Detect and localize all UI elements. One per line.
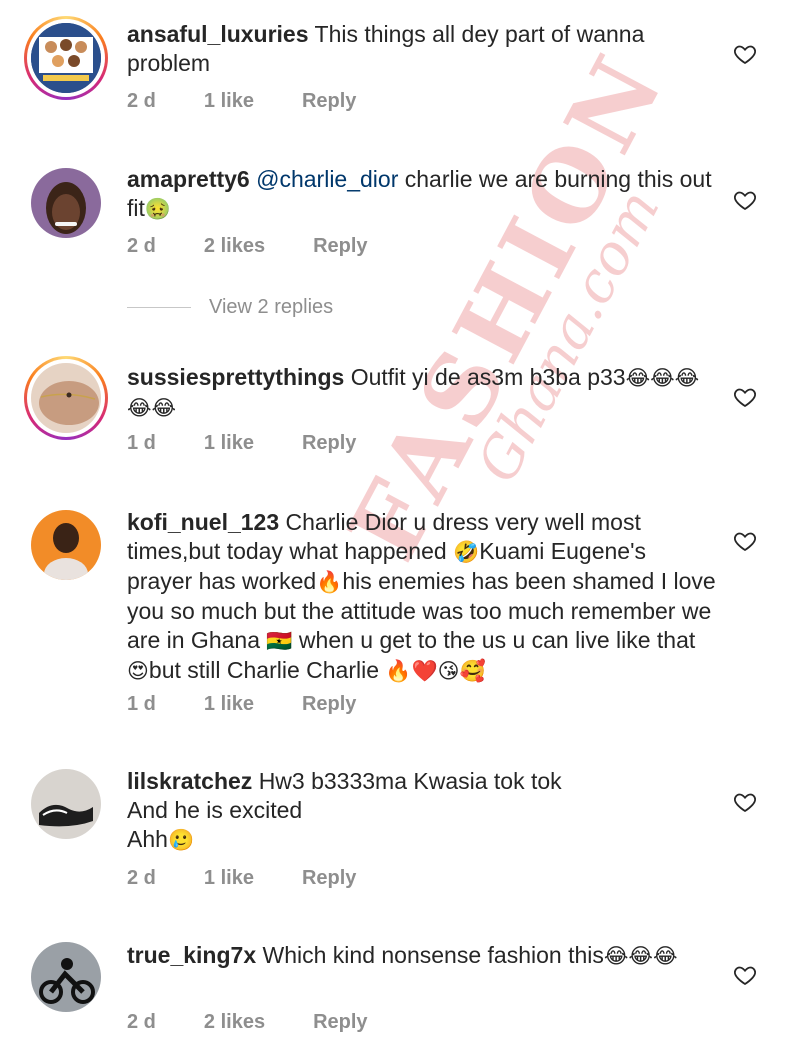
avatar-story-ring[interactable] <box>24 356 108 440</box>
comment-likes[interactable]: 2 likes <box>204 235 265 258</box>
ghana-flag-emoji: 🇬🇭 <box>266 630 293 653</box>
avatar <box>31 769 101 839</box>
comment-likes[interactable]: 1 like <box>204 693 254 716</box>
fire-emoji: 🔥 <box>316 571 343 594</box>
reply-button[interactable]: Reply <box>302 693 356 716</box>
comment-text-part: but still Charlie Charlie <box>148 657 386 683</box>
comment-time: 2 d <box>127 235 156 257</box>
avatar-wrap[interactable] <box>24 161 108 245</box>
rofl-emoji: 🤣 <box>453 541 480 564</box>
avatar <box>31 510 101 580</box>
comment-text: Which kind nonsense fashion this <box>262 942 604 968</box>
avatar-wrap[interactable] <box>24 762 108 846</box>
comment-username[interactable]: true_king7x <box>127 942 256 968</box>
reply-button[interactable]: Reply <box>313 1011 367 1034</box>
avatar <box>31 942 101 1012</box>
comment-time: 1 d <box>127 432 156 454</box>
comment-username[interactable]: amapretty6 <box>127 166 250 192</box>
comment-username[interactable]: ansaful_luxuries <box>127 21 309 47</box>
heart-icon[interactable] <box>733 42 757 66</box>
comment-likes[interactable]: 2 likes <box>204 1011 265 1034</box>
watermark-sub: Ghana.com <box>465 179 673 493</box>
divider <box>127 307 191 308</box>
comment-time: 1 d <box>127 693 156 715</box>
comment-text-line: Ahh <box>127 826 168 852</box>
comment-time: 2 d <box>127 1011 156 1033</box>
comment-mention[interactable]: @charlie_dior <box>256 166 398 192</box>
reply-button[interactable]: Reply <box>313 235 367 258</box>
comment-username[interactable]: sussiesprettythings <box>127 364 344 390</box>
heart-icon[interactable] <box>733 188 757 212</box>
comment-time: 2 d <box>127 867 156 889</box>
avatar <box>31 363 101 433</box>
view-replies-label: View 2 replies <box>209 296 334 318</box>
avatar <box>31 23 101 93</box>
heart-icon[interactable] <box>733 385 757 409</box>
comment-text: Outfit yi de as3m b3ba p33 <box>350 364 626 390</box>
heart-icon[interactable] <box>733 529 757 553</box>
smiling-tear-emoji: 🥲 <box>167 829 195 852</box>
reply-button[interactable]: Reply <box>302 867 356 890</box>
joy-emoji-group: 😂😂😂 <box>603 945 678 968</box>
comment-username[interactable]: kofi_nuel_123 <box>127 509 279 535</box>
reply-button[interactable]: Reply <box>302 432 356 455</box>
comment-likes[interactable]: 1 like <box>204 432 254 455</box>
reply-button[interactable]: Reply <box>302 90 356 113</box>
heart-eyes-emoji: 😍 <box>127 660 149 683</box>
heart-icon[interactable] <box>733 790 757 814</box>
comment-text-line: And he is excited <box>127 797 303 823</box>
comment-likes[interactable]: 1 like <box>204 867 254 890</box>
view-replies[interactable]: View 2 replies <box>127 296 333 319</box>
avatar <box>31 168 101 238</box>
comment-text-line: Hw3 b3333ma Kwasia tok tok <box>258 768 562 794</box>
comment-likes[interactable]: 1 like <box>204 90 254 113</box>
nauseated-face-emoji: 🤢 <box>144 198 172 221</box>
comment-username[interactable]: lilskratchez <box>127 768 252 794</box>
emoji-group: 🔥❤️😘🥰 <box>385 660 486 683</box>
comment-time: 2 d <box>127 90 156 112</box>
avatar-wrap[interactable] <box>24 503 108 587</box>
avatar-wrap[interactable] <box>24 935 108 1019</box>
heart-icon[interactable] <box>733 963 757 987</box>
comment-text-part: when u get to the us u can live like tha… <box>292 627 696 653</box>
avatar-story-ring[interactable] <box>24 16 108 100</box>
